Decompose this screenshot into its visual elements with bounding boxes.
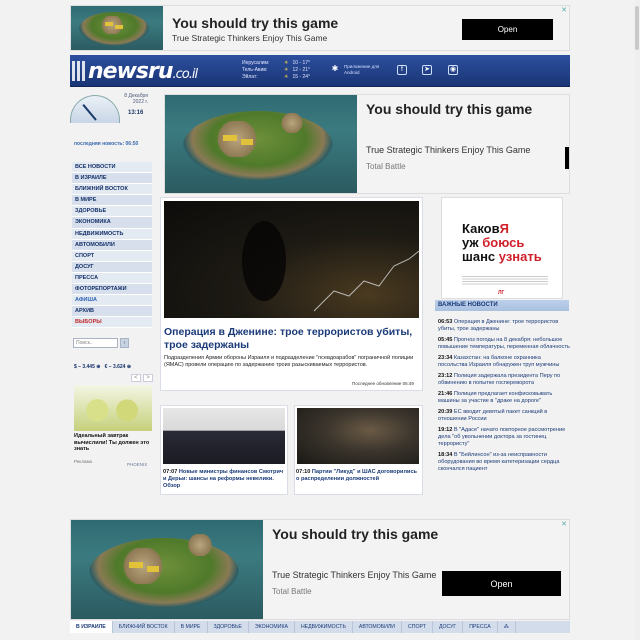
ad-close-icon[interactable]: ✕ (561, 520, 567, 528)
main-story-title[interactable]: Операция в Дженине: трое террористов уби… (164, 326, 416, 351)
clock-icon (70, 95, 120, 123)
menu-item-middle-east[interactable]: БЛИЖНИЙ ВОСТОК (72, 184, 152, 196)
rates-next-button[interactable]: > (143, 374, 153, 382)
bottom-nav: В ИЗРАИЛЕ БЛИЖНИЙ ВОСТОК В МИРЕ ЗДОРОВЬЕ… (70, 621, 570, 633)
top-ad-image (71, 6, 163, 50)
sub-story-image[interactable] (163, 408, 285, 464)
main-story-graphic (242, 221, 419, 312)
bottom-nav-item[interactable]: СПОРТ (402, 621, 433, 633)
sun-icon: ☀ (284, 74, 289, 80)
middle-ad-title: You should try this game (366, 101, 533, 117)
side-ad-fineprint (462, 276, 548, 286)
main-story-image[interactable] (164, 201, 419, 318)
important-news-list: 06:53 Операция в Дженине: трое террорист… (438, 319, 570, 477)
menu-item-economy[interactable]: ЭКОНОМИКА (72, 217, 152, 229)
top-ad-subtitle: True Strategic Thinkers Enjoy This Game (172, 33, 328, 43)
android-icon[interactable]: ✱ (330, 65, 340, 75)
bottom-nav-item[interactable]: АВТОМОБИЛИ (353, 621, 403, 633)
menu-item-photo[interactable]: ФОТОРЕПОРТАЖИ (72, 284, 152, 296)
logo-dots (72, 61, 86, 81)
bottom-nav-more-icon[interactable]: ⁂ (498, 621, 516, 633)
site-logo[interactable]: newsru.co.il (88, 59, 198, 84)
sub-story-title[interactable]: 07:07 Новые министры финансов Смотрич и … (163, 469, 285, 490)
list-item[interactable]: 23:12 Полиция задержала президента Перу … (438, 373, 570, 387)
main-story-updated: Последнее обновление 06:49 (352, 381, 414, 386)
middle-ad-image (165, 95, 357, 193)
menu-item-sport[interactable]: СПОРТ (72, 250, 152, 262)
sun-icon: ☀ (284, 60, 289, 66)
sun-icon: ☀ (284, 67, 289, 73)
site-header: newsru.co.il Иерусалим: ☀ 10 - 17° Тель-Ав… (70, 55, 570, 87)
top-ad-title: You should try this game (172, 15, 339, 31)
bottom-nav-item[interactable]: ЭКОНОМИКА (249, 621, 295, 633)
list-item[interactable]: 18:34 В "Бейлинсон" из-за неисправности … (438, 452, 570, 473)
bottom-ad-brand: Total Battle (272, 587, 312, 596)
sub-story-title[interactable]: 07:10 Партии "Ликуд" и ШАС договорились … (296, 469, 420, 483)
search-input[interactable]: Поиск.. (73, 338, 118, 348)
menu-item-world[interactable]: В МИРЕ (72, 195, 152, 207)
bottom-ad-banner[interactable]: You should try this game True Strategic … (70, 519, 570, 620)
promo-text[interactable]: Идеальный завтрак вычислили! Ты должен э… (74, 433, 154, 453)
currency-rates: $ – 3.445 ⊕ € – 3.624 ⊕ (74, 364, 131, 370)
bottom-ad-subtitle: True Strategic Thinkers Enjoy This Game (272, 570, 437, 580)
menu-item-elections[interactable]: ВЫБОРЫ (72, 317, 152, 329)
telegram-icon[interactable]: ➤ (422, 65, 432, 75)
menu-item-health[interactable]: ЗДОРОВЬЕ (72, 206, 152, 218)
important-news-header: ВАЖНЫЕ НОВОСТИ (435, 300, 569, 311)
sub-story-image[interactable] (297, 408, 419, 464)
menu-item-cars[interactable]: АВТОМОБИЛИ (72, 239, 152, 251)
list-item[interactable]: 23:34 Казахстан: на балконе охранника по… (438, 355, 570, 369)
current-date: 8 Декабря 2022 г. (124, 93, 148, 105)
promo-source: Реклама (74, 459, 93, 464)
menu-item-all-news[interactable]: ВСЕ НОВОСТИ (72, 162, 152, 174)
menu-item-leisure[interactable]: ДОСУГ (72, 261, 152, 273)
menu-item-press[interactable]: ПРЕССА (72, 272, 152, 285)
bottom-nav-item[interactable]: ПРЕССА (463, 621, 498, 633)
middle-ad-open-button[interactable] (565, 147, 569, 169)
top-ad-banner[interactable]: You should try this game True Strategic … (70, 5, 570, 51)
list-item[interactable]: 21:46 Полиция предлагает конфисковывать … (438, 391, 570, 405)
last-news-time[interactable]: последняя новость: 06:50 (74, 141, 138, 147)
rates-prev-button[interactable]: < (131, 374, 141, 382)
weather-widget[interactable]: Иерусалим: ☀ 10 - 17° Тель-Авив: ☀ 12 - 21° … (242, 60, 310, 81)
list-item[interactable]: 06:53 Операция в Дженине: трое террорист… (438, 319, 570, 333)
bottom-nav-item[interactable]: НЕДВИЖИМОСТЬ (295, 621, 353, 633)
current-time: 13:16 (128, 110, 144, 116)
middle-ad-banner[interactable]: You should try this game True Strategic … (164, 94, 570, 194)
facebook-icon[interactable]: f (397, 65, 407, 75)
menu-item-israel[interactable]: В ИЗРАИЛЕ (72, 173, 152, 185)
side-ad-logo: ЛГ (498, 290, 505, 296)
bottom-nav-item[interactable]: ДОСУГ (433, 621, 464, 633)
search-button[interactable]: › (120, 338, 129, 348)
bottom-nav-item[interactable]: ЗДОРОВЬЕ (208, 621, 249, 633)
bottom-ad-open-button[interactable]: Open (442, 571, 561, 596)
list-item[interactable]: 05:45 Прогноз погоды на 8 декабря: небол… (438, 337, 570, 351)
eur-rate: € – 3.624 ⊕ (104, 364, 132, 370)
bottom-ad-image (71, 520, 263, 619)
main-story-lead: Подразделения Армии обороны Израиля и по… (164, 355, 414, 368)
side-ad-text: КаковЯ уж боюсь шанс узнать (462, 221, 542, 264)
menu-item-real-estate[interactable]: НЕДВИЖИМОСТЬ (72, 228, 152, 240)
top-ad-open-button[interactable]: Open (462, 19, 553, 40)
promo-brand: PHOENIX (127, 462, 148, 467)
menu-item-afisha[interactable]: АФИША (72, 295, 152, 307)
android-app-link[interactable]: Приложение для Android (344, 64, 384, 76)
side-ad-banner[interactable]: КаковЯ уж боюсь шанс узнать ЛГ (441, 197, 563, 299)
ad-close-icon[interactable]: ✕ (561, 6, 567, 14)
list-item[interactable]: 19:12 В "Адасе" начато повторное рассмот… (438, 427, 570, 448)
page-scrollbar[interactable] (634, 0, 640, 640)
section-menu: ВСЕ НОВОСТИ В ИЗРАИЛЕ БЛИЖНИЙ ВОСТОК В М… (72, 162, 152, 329)
usd-rate: $ – 3.445 ⊕ (74, 364, 101, 370)
middle-ad-subtitle: True Strategic Thinkers Enjoy This Game (366, 145, 531, 155)
bottom-nav-item[interactable]: БЛИЖНИЙ ВОСТОК (113, 621, 175, 633)
middle-ad-brand: Total Battle (366, 162, 406, 171)
bottom-nav-item[interactable]: В ИЗРАИЛЕ (70, 621, 113, 633)
promo-image[interactable] (74, 385, 152, 431)
menu-item-archive[interactable]: АРХИВ (72, 306, 152, 318)
scrollbar-thumb[interactable] (635, 6, 639, 50)
list-item[interactable]: 20:39 ЕС вводит девятый пакет санкций в … (438, 409, 570, 423)
bottom-nav-item[interactable]: В МИРЕ (175, 621, 208, 633)
bottom-ad-title: You should try this game (272, 526, 439, 542)
rss-icon[interactable]: ◉ (448, 65, 458, 75)
